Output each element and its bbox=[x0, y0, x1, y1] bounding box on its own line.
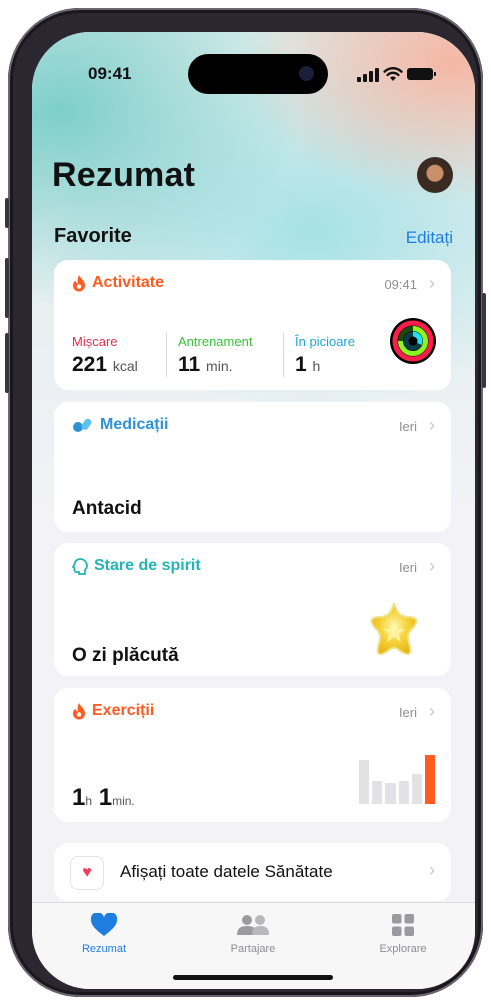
grid-icon bbox=[392, 914, 414, 936]
exercise-bar bbox=[359, 759, 370, 804]
cellular-signal-icon bbox=[357, 68, 379, 82]
metric-divider bbox=[166, 333, 167, 377]
exercise-label: Antrenament bbox=[178, 334, 253, 349]
tab-label: Explorare bbox=[379, 943, 427, 955]
mood-card[interactable]: Stare de spirit Ieri › O zi plăcută bbox=[54, 543, 451, 676]
pills-icon bbox=[73, 418, 92, 432]
volume-up-button bbox=[5, 258, 9, 318]
exercise-hours: 1 bbox=[72, 784, 86, 811]
exercise-hours-unit: h bbox=[85, 794, 93, 808]
exercise-minutes-unit: min. bbox=[112, 794, 135, 808]
exercise-unit: min. bbox=[206, 358, 233, 374]
tab-label: Partajare bbox=[230, 943, 276, 955]
action-button bbox=[5, 198, 9, 228]
status-bar: 09:41 bbox=[32, 32, 475, 112]
medications-title: Medicații bbox=[100, 416, 169, 433]
chevron-right-icon: › bbox=[429, 415, 435, 435]
favorites-heading: Favorite bbox=[54, 225, 132, 247]
stand-label: În picioare bbox=[295, 334, 355, 349]
exercise-time: Ieri bbox=[398, 705, 417, 720]
activity-header: Activitate bbox=[72, 274, 164, 292]
medications-card[interactable]: Medicații Ieri › Antacid bbox=[54, 402, 451, 532]
activity-card[interactable]: Activitate 09:41 › Mișcare 221 kcal Antr… bbox=[54, 260, 451, 390]
exercise-bar bbox=[385, 783, 396, 804]
stand-value: 1 bbox=[295, 353, 307, 376]
phone-frame: 09:41 Rezumat Favorite Editați Activitat… bbox=[5, 8, 486, 997]
mind-icon bbox=[72, 557, 88, 575]
exercise-card[interactable]: Exerciții Ieri › 1h 1min. bbox=[54, 688, 451, 822]
status-time: 09:41 bbox=[88, 64, 132, 83]
exercise-bar bbox=[372, 780, 383, 804]
heart-icon bbox=[90, 913, 118, 936]
exercise-header: Exerciții bbox=[72, 702, 154, 720]
camera-icon bbox=[299, 66, 314, 81]
medications-time: Ieri bbox=[398, 419, 417, 434]
metric-divider bbox=[283, 333, 284, 377]
chevron-right-icon: › bbox=[429, 556, 435, 576]
exercise-title: Exerciții bbox=[92, 702, 155, 719]
move-label: Mișcare bbox=[72, 334, 118, 349]
exercise-minutes: 1 bbox=[98, 784, 113, 811]
heart-icon: ♥ bbox=[70, 856, 104, 890]
people-icon bbox=[237, 915, 269, 935]
wifi-icon bbox=[383, 67, 403, 81]
activity-time: 09:41 bbox=[384, 277, 417, 292]
chevron-right-icon: › bbox=[429, 860, 435, 880]
dynamic-island bbox=[188, 54, 328, 94]
tab-sharing[interactable]: Partajare bbox=[193, 911, 313, 955]
exercise-duration: 1h 1min. bbox=[72, 784, 135, 812]
tab-label: Rezumat bbox=[81, 943, 127, 955]
show-all-label: Afișați toate datele Sănătate bbox=[120, 862, 333, 881]
mood-title: Stare de spirit bbox=[94, 557, 201, 574]
tab-summary[interactable]: Rezumat bbox=[44, 911, 164, 955]
mood-value: O zi plăcută bbox=[72, 645, 179, 666]
activity-title: Activitate bbox=[92, 274, 165, 291]
exercise-bar-today bbox=[424, 754, 436, 804]
medications-header: Medicații bbox=[72, 416, 168, 434]
flame-icon bbox=[73, 702, 85, 719]
power-button bbox=[482, 293, 486, 388]
exercise-bar bbox=[411, 773, 422, 804]
exercise-bars-chart bbox=[359, 752, 436, 804]
stand-unit: h bbox=[312, 358, 321, 374]
activity-rings-icon bbox=[390, 318, 436, 364]
mood-time: Ieri bbox=[398, 560, 417, 575]
flame-icon bbox=[73, 274, 85, 291]
show-all-health-data-row[interactable]: ♥ Afișați toate datele Sănătate › bbox=[54, 843, 451, 901]
profile-avatar[interactable] bbox=[417, 157, 453, 193]
screen: 09:41 Rezumat Favorite Editați Activitat… bbox=[32, 32, 475, 989]
medication-name: Antacid bbox=[72, 498, 142, 519]
exercise-metric: Antrenament 11 min. bbox=[178, 334, 252, 377]
stand-metric: În picioare 1 h bbox=[295, 334, 355, 377]
home-indicator[interactable] bbox=[173, 975, 333, 980]
move-unit: kcal bbox=[112, 358, 138, 374]
page-title: Rezumat bbox=[52, 156, 196, 194]
mood-header: Stare de spirit bbox=[72, 557, 201, 575]
battery-icon bbox=[407, 68, 436, 80]
exercise-bar bbox=[398, 780, 409, 804]
move-metric: Mișcare 221 kcal bbox=[72, 334, 138, 377]
exercise-value: 11 bbox=[178, 353, 201, 376]
tab-browse[interactable]: Explorare bbox=[343, 911, 463, 955]
pleasant-mood-star-icon bbox=[370, 601, 418, 656]
edit-button[interactable]: Editați bbox=[406, 228, 453, 248]
volume-down-button bbox=[5, 333, 9, 393]
move-value: 221 bbox=[72, 353, 108, 376]
chevron-right-icon: › bbox=[429, 273, 435, 293]
chevron-right-icon: › bbox=[429, 701, 435, 721]
